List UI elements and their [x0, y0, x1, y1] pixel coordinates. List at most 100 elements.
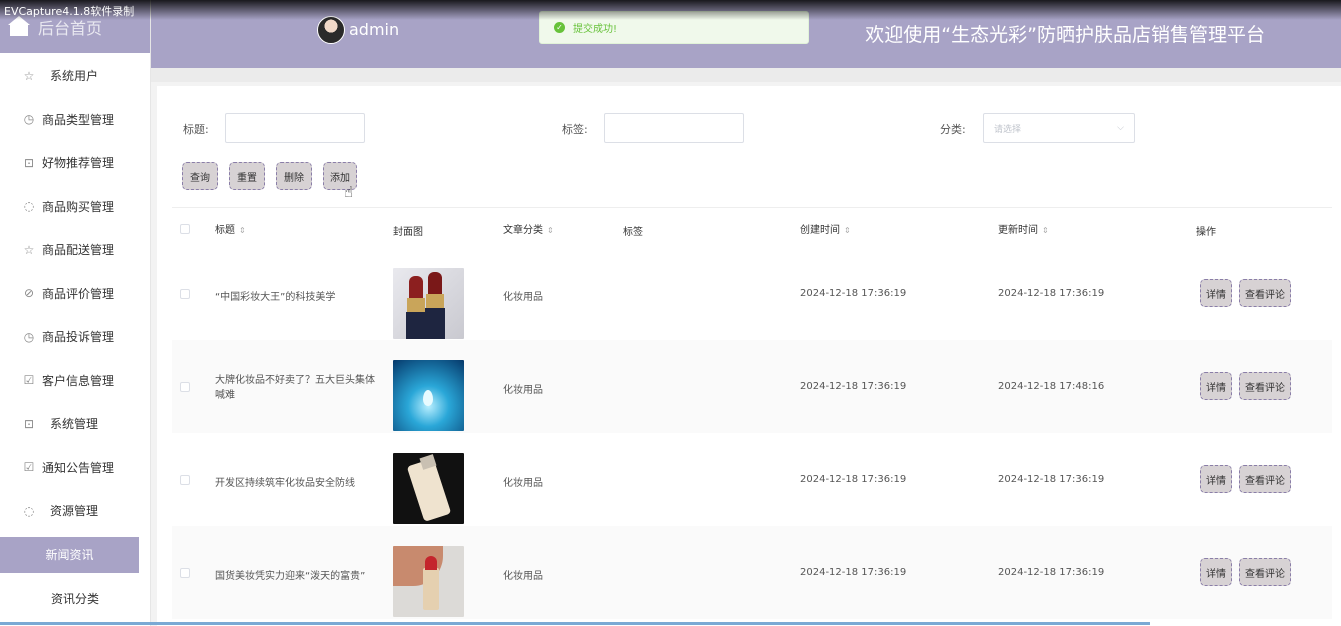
detail-button[interactable]: 详情 [1200, 465, 1232, 493]
header-cover: 封面图 [393, 227, 423, 238]
sidebar-item-label: 商品配送管理 [42, 243, 115, 258]
detail-button[interactable]: 详情 [1200, 372, 1232, 400]
category-select[interactable]: 请选择 ⌵ [983, 113, 1135, 143]
sidebar-item-purchases[interactable]: ◌ 商品购买管理 [0, 185, 150, 229]
row-category: 化妆用品 [503, 571, 543, 582]
header-category[interactable]: 文章分类 ⇕ [503, 221, 554, 236]
row-checkbox[interactable] [180, 382, 190, 392]
header-title-label: 标题 [215, 225, 235, 236]
view-comments-button[interactable]: 查看评论 [1239, 558, 1291, 586]
username[interactable]: admin [349, 20, 399, 39]
row-created: 2024-12-18 17:36:19 [800, 288, 907, 299]
cursor-icon: ☝ [344, 183, 354, 201]
sidebar-item-news[interactable]: 新闻资讯 [0, 536, 139, 573]
view-comments-button[interactable]: 查看评论 [1239, 465, 1291, 493]
news-table: 标题 ⇕ 封面图 文章分类 ⇕ 标签 创建时间 ⇕ 更新时间 ⇕ 操作 “中国彩妆大王”… [172, 207, 1332, 619]
header-category-label: 文章分类 [503, 225, 543, 236]
row-updated: 2024-12-18 17:36:19 [998, 288, 1105, 299]
row-created: 2024-12-18 17:36:19 [800, 381, 907, 392]
row-created: 2024-12-18 17:36:19 [800, 567, 907, 578]
select-all-checkbox[interactable] [180, 224, 190, 234]
row-updated: 2024-12-18 17:36:19 [998, 474, 1105, 485]
clock-icon: ◷ [23, 112, 35, 127]
cover-image[interactable] [393, 360, 464, 431]
row-created: 2024-12-18 17:36:19 [800, 474, 907, 485]
tags-bar [151, 68, 1341, 82]
row-checkbox[interactable] [180, 289, 190, 299]
sidebar-item-label: 资源管理 [50, 504, 99, 519]
sidebar-menu: ☆ 系统用户 ◷ 商品类型管理 ⊡ 好物推荐管理 ◌ 商品购买管理 ☆ 商品配送管理 ⊘ 商… [0, 54, 150, 620]
category-label: 分类: [940, 123, 966, 136]
sidebar-item-label: 系统管理 [50, 417, 99, 432]
watermark-text: EVCapture4.1.8软件录制 [4, 5, 135, 18]
header-operation: 操作 [1196, 227, 1216, 238]
sidebar-item-system-users[interactable]: ☆ 系统用户 [0, 54, 150, 98]
sidebar-item-news-categories[interactable]: 资讯分类 [0, 577, 150, 621]
sidebar-item-customers[interactable]: ☑ 客户信息管理 [0, 359, 150, 403]
row-checkbox[interactable] [180, 475, 190, 485]
home-icon [8, 15, 30, 36]
delete-button[interactable]: 删除 [276, 162, 312, 190]
sidebar-item-notices[interactable]: ☑ 通知公告管理 [0, 446, 150, 490]
tag-label: 标签: [562, 123, 588, 136]
header-updated-label: 更新时间 [998, 225, 1038, 236]
sidebar-item-recommendations[interactable]: ⊡ 好物推荐管理 [0, 141, 150, 185]
avatar[interactable] [317, 16, 345, 44]
sidebar-item-reviews[interactable]: ⊘ 商品评价管理 [0, 272, 150, 316]
calendar-icon: ☑ [23, 373, 35, 388]
row-updated: 2024-12-18 17:48:16 [998, 381, 1105, 392]
cover-image[interactable] [393, 453, 464, 524]
header-updated[interactable]: 更新时间 ⇕ [998, 221, 1049, 236]
row-category: 化妆用品 [503, 478, 543, 489]
table-row: 开发区持续筑牢化妆品安全防线 化妆用品 2024-12-18 17:36:19 … [172, 433, 1332, 526]
sidebar-item-label: 新闻资讯 [45, 548, 94, 562]
toast-message: 提交成功! [573, 24, 618, 35]
sidebar-item-label: 商品购买管理 [42, 199, 115, 214]
sidebar-item-delivery[interactable]: ☆ 商品配送管理 [0, 228, 150, 272]
table-row: 大牌化妆品不好卖了？五大巨头集体喊难 化妆用品 2024-12-18 17:36… [172, 340, 1332, 433]
recording-watermark: EVCapture4.1.8软件录制 [0, 0, 1341, 20]
clock-icon: ◷ [23, 329, 35, 344]
star-icon: ☆ [23, 242, 35, 257]
row-title: 大牌化妆品不好卖了？五大巨头集体喊难 [215, 375, 375, 401]
query-button[interactable]: 查询 [182, 162, 218, 190]
tag-search-input[interactable] [604, 113, 744, 143]
sidebar-item-label: 商品类型管理 [42, 112, 115, 127]
header-created-label: 创建时间 [800, 225, 840, 236]
row-title: 国货美妆凭实力迎来“泼天的富贵” [215, 571, 366, 582]
sidebar-item-system[interactable]: ⊡ 系统管理 [0, 402, 150, 446]
circle-icon: ◌ [23, 199, 35, 214]
sidebar-item-label: 系统用户 [50, 69, 99, 84]
header-created[interactable]: 创建时间 ⇕ [800, 221, 851, 236]
sidebar-item-label: 客户信息管理 [42, 373, 115, 388]
row-category: 化妆用品 [503, 292, 543, 303]
circle-icon: ◌ [23, 503, 35, 518]
star-icon: ☆ [23, 68, 35, 83]
sidebar-item-resources[interactable]: ◌ 资源管理 [0, 489, 150, 533]
success-icon: ✓ [554, 22, 565, 33]
detail-button[interactable]: 详情 [1200, 279, 1232, 307]
cover-image[interactable] [393, 268, 464, 339]
sidebar-item-product-types[interactable]: ◷ 商品类型管理 [0, 98, 150, 142]
row-title: “中国彩妆大王”的科技美学 [215, 292, 336, 303]
table-row: “中国彩妆大王”的科技美学 化妆用品 2024-12-18 17:36:19 2… [172, 247, 1332, 340]
reset-button[interactable]: 重置 [229, 162, 265, 190]
row-checkbox[interactable] [180, 568, 190, 578]
compass-icon: ⊘ [23, 286, 35, 301]
row-category: 化妆用品 [503, 385, 543, 396]
view-comments-button[interactable]: 查看评论 [1239, 372, 1291, 400]
sort-icon: ⇕ [1042, 226, 1049, 235]
header-title[interactable]: 标题 ⇕ [215, 221, 246, 236]
title-search-input[interactable] [225, 113, 365, 143]
chevron-down-icon: ⌵ [1117, 123, 1124, 133]
sidebar-item-label: 好物推荐管理 [42, 156, 115, 171]
row-updated: 2024-12-18 17:36:19 [998, 567, 1105, 578]
title-label: 标题: [183, 123, 209, 136]
row-title: 开发区持续筑牢化妆品安全防线 [215, 478, 355, 489]
sidebar-item-label: 通知公告管理 [42, 460, 115, 475]
detail-button[interactable]: 详情 [1200, 558, 1232, 586]
view-comments-button[interactable]: 查看评论 [1239, 279, 1291, 307]
box-icon: ⊡ [23, 416, 35, 431]
cover-image[interactable] [393, 546, 464, 617]
sidebar-item-complaints[interactable]: ◷ 商品投诉管理 [0, 315, 150, 359]
